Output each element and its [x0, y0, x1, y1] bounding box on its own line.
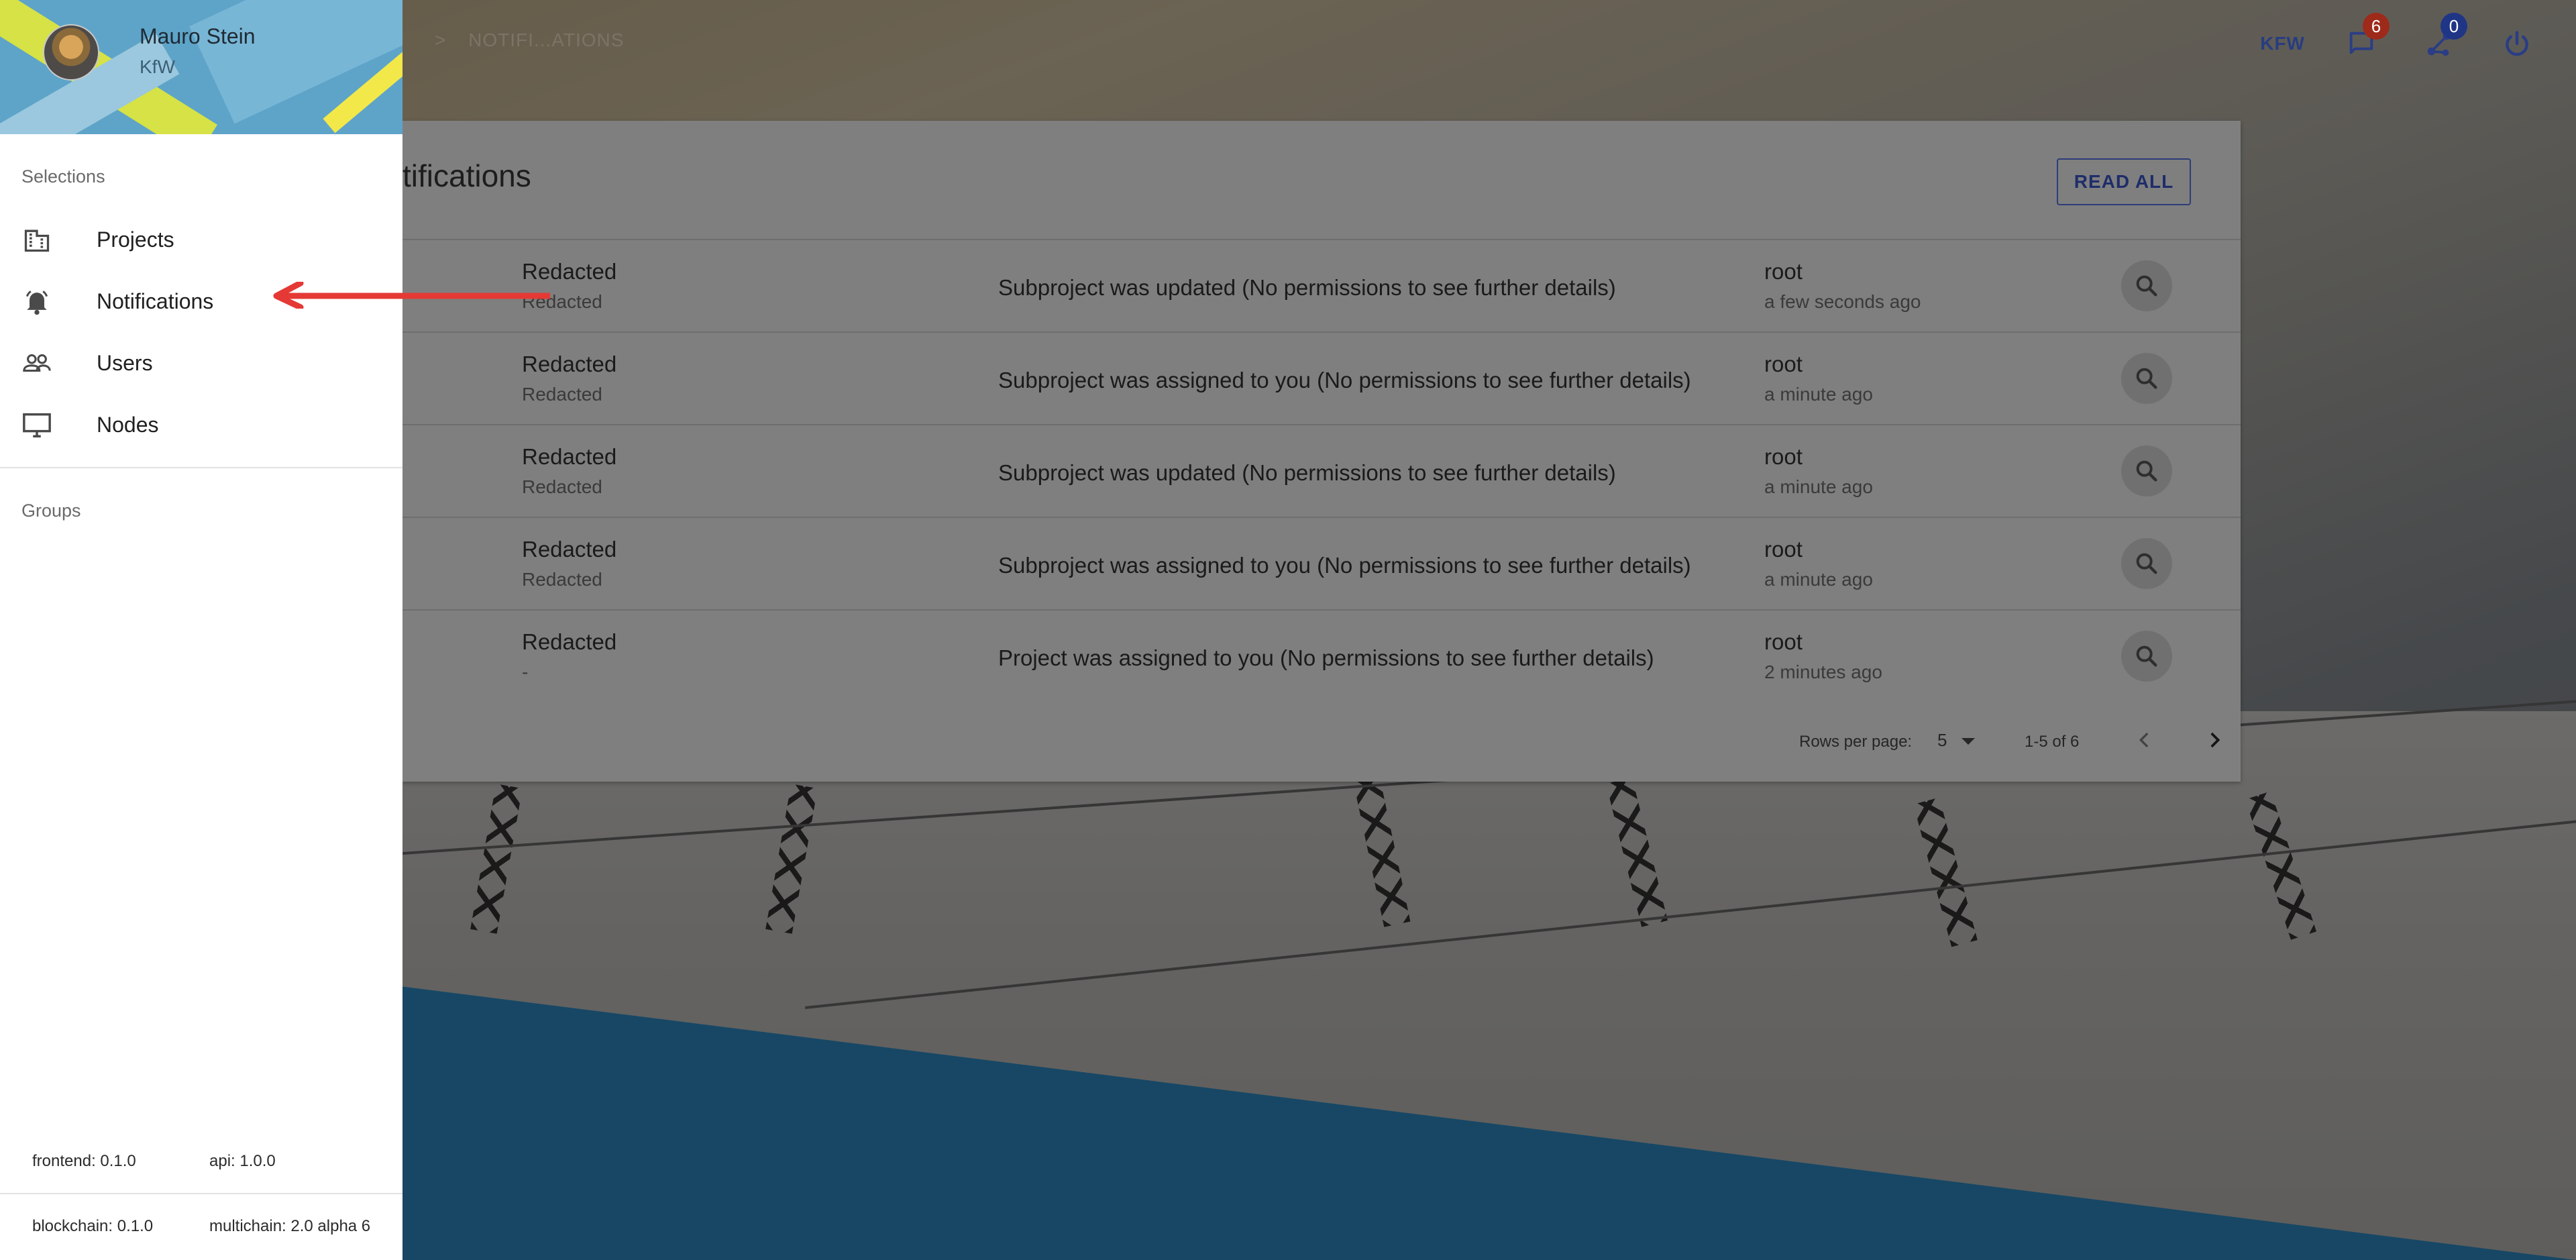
power-icon — [2506, 31, 2528, 56]
header-decoration — [189, 0, 402, 124]
api-version: api: 1.0.0 — [209, 1152, 276, 1170]
subproject-name: Redacted — [522, 569, 602, 590]
rows-per-page-select[interactable]: 5 — [1937, 730, 1947, 751]
author-name: root — [1764, 352, 1803, 376]
annotation-arrow-icon — [273, 282, 550, 309]
notification-time: a minute ago — [1764, 569, 1873, 590]
avatar[interactable] — [43, 24, 99, 81]
groups-heading: Groups — [21, 501, 81, 521]
notification-time: a minute ago — [1764, 476, 1873, 497]
notification-project: Redacted Redacted — [522, 352, 616, 405]
notification-row[interactable]: Redacted Redacted Subproject was assigne… — [402, 333, 2241, 425]
drawer-divider — [0, 467, 402, 468]
nav-item-users[interactable]: Users — [0, 333, 402, 393]
notification-message: Subproject was updated (No permissions t… — [998, 460, 1616, 485]
author-name: root — [1764, 259, 1803, 284]
notifications-badge: 6 — [2363, 13, 2390, 40]
blockchain-version: blockchain: 0.1.0 — [32, 1217, 154, 1235]
notification-project: Redacted Redacted — [522, 537, 616, 590]
chevron-right-icon — [2210, 732, 2220, 748]
view-notification-button[interactable] — [2121, 353, 2172, 404]
desktop-icon — [20, 408, 54, 441]
subproject-name: Redacted — [522, 384, 602, 405]
nav-item-label: Users — [97, 350, 153, 375]
subproject-name: - — [522, 662, 529, 682]
view-notification-button[interactable] — [2121, 445, 2172, 496]
project-name: Redacted — [522, 629, 617, 654]
top-bar-actions: KFW 6 0 — [2260, 13, 2538, 67]
frontend-version: frontend: 0.1.0 — [32, 1152, 136, 1170]
nav-item-label: Nodes — [97, 412, 159, 437]
view-notification-button[interactable] — [2121, 631, 2172, 682]
peers-badge: 0 — [2440, 13, 2467, 40]
breadcrumb-current[interactable]: NOTIFI...ATIONS — [468, 30, 624, 50]
selections-heading: Selections — [21, 166, 105, 187]
notification-time: a minute ago — [1764, 384, 1873, 405]
notifications-list: Redacted Redacted Subproject was updated… — [402, 239, 2241, 702]
nav-item-nodes[interactable]: Nodes — [0, 395, 402, 455]
notification-message: Subproject was assigned to you (No permi… — [998, 368, 1691, 392]
notifications-card: tifications READ ALL Redacted Redacted S… — [402, 121, 2241, 782]
notification-project: Redacted - — [522, 629, 616, 683]
breadcrumb-separator: > — [435, 30, 447, 50]
multichain-version: multichain: 2.0 alpha 6 — [209, 1217, 371, 1235]
notification-row[interactable]: Redacted Redacted Subproject was updated… — [402, 240, 2241, 333]
organization-label: KFW — [2260, 33, 2305, 54]
read-all-button[interactable]: READ ALL — [2057, 158, 2191, 205]
peers-button[interactable]: 0 — [2418, 13, 2467, 65]
search-icon — [2136, 645, 2157, 667]
notification-message: Project was assigned to you (No permissi… — [998, 645, 1654, 670]
notification-message: Subproject was updated (No permissions t… — [998, 275, 1616, 300]
app-top-bar: > NOTIFI...ATIONS KFW 6 0 — [402, 0, 2576, 86]
author-name: root — [1764, 444, 1803, 469]
view-notification-button[interactable] — [2121, 260, 2172, 311]
search-icon — [2136, 460, 2157, 482]
users-icon — [20, 346, 54, 380]
nav-item-label: Projects — [97, 227, 174, 252]
logout-button[interactable] — [2496, 22, 2538, 65]
project-name: Redacted — [522, 352, 617, 376]
notification-message: Subproject was assigned to you (No permi… — [998, 553, 1691, 578]
search-icon — [2136, 275, 2157, 297]
previous-page-button[interactable] — [2133, 729, 2156, 756]
chevron-left-icon — [2139, 732, 2149, 748]
notification-author: root 2 minutes ago — [1764, 629, 1882, 683]
caret-down-icon[interactable] — [1962, 738, 1975, 745]
nav-item-projects[interactable]: Projects — [0, 209, 402, 270]
notification-time: 2 minutes ago — [1764, 662, 1882, 682]
rows-per-page-label: Rows per page: — [1799, 733, 1913, 751]
search-icon — [2136, 368, 2157, 389]
card-title: tifications — [402, 158, 531, 193]
notifications-button[interactable]: 6 — [2340, 13, 2390, 65]
project-name: Redacted — [522, 537, 617, 562]
notification-author: root a minute ago — [1764, 352, 1873, 405]
drawer-divider — [0, 1193, 402, 1194]
notification-row[interactable]: Redacted Redacted Subproject was updated… — [402, 425, 2241, 518]
next-page-button[interactable] — [2203, 729, 2226, 756]
nav-item-label: Notifications — [97, 288, 214, 313]
author-name: root — [1764, 537, 1803, 562]
project-name: Redacted — [522, 444, 617, 469]
breadcrumb: > NOTIFI...ATIONS — [435, 30, 624, 51]
building-icon — [20, 223, 54, 256]
notification-project: Redacted Redacted — [522, 444, 616, 498]
author-name: root — [1764, 629, 1803, 654]
user-name: Mauro Stein — [140, 24, 256, 48]
notification-author: root a minute ago — [1764, 444, 1873, 498]
notification-row[interactable]: Redacted Redacted Subproject was assigne… — [402, 518, 2241, 611]
notification-time: a few seconds ago — [1764, 291, 1921, 312]
drawer-header: Mauro Stein KfW — [0, 0, 402, 134]
user-organization: KfW — [140, 56, 175, 77]
notification-author: root a minute ago — [1764, 537, 1873, 590]
bell-icon — [20, 284, 54, 318]
search-icon — [2136, 553, 2157, 574]
table-pagination: Rows per page: 5 1-5 of 6 — [402, 725, 2241, 758]
notification-author: root a few seconds ago — [1764, 259, 1921, 313]
project-name: Redacted — [522, 259, 617, 284]
subproject-name: Redacted — [522, 476, 602, 497]
notification-row[interactable]: Redacted - Project was assigned to you (… — [402, 611, 2241, 702]
view-notification-button[interactable] — [2121, 538, 2172, 589]
pagination-range: 1-5 of 6 — [2025, 733, 2080, 751]
side-drawer: Mauro Stein KfW Selections Projects Noti… — [0, 0, 402, 1260]
